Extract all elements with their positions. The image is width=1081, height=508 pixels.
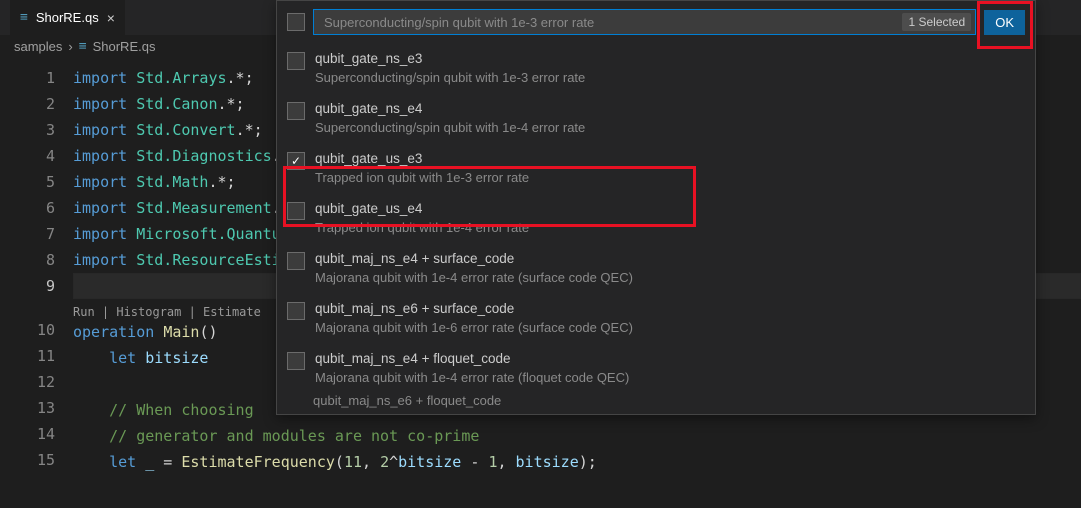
quick-pick-item[interactable]: qubit_gate_ns_e4 Superconducting/spin qu… <box>277 93 1035 143</box>
chevron-right-icon: › <box>68 39 72 54</box>
item-label: qubit_maj_ns_e4 + surface_code <box>315 249 633 269</box>
item-checkbox[interactable] <box>287 52 305 70</box>
item-checkbox[interactable] <box>287 302 305 320</box>
select-all-checkbox[interactable] <box>287 13 305 31</box>
item-description: Trapped ion qubit with 1e-3 error rate <box>315 169 529 187</box>
item-label: qubit_maj_ns_e4 + floquet_code <box>315 349 629 369</box>
breadcrumb-file[interactable]: ShorRE.qs <box>93 39 156 54</box>
item-checkbox[interactable] <box>287 252 305 270</box>
item-description: Superconducting/spin qubit with 1e-3 err… <box>315 69 585 87</box>
line-gutter: 1 2 3 4 5 6 7 8 9 10 11 12 13 14 15 <box>0 65 73 508</box>
quick-pick-item[interactable]: qubit_maj_ns_e6 + surface_code Majorana … <box>277 293 1035 343</box>
item-description: Majorana qubit with 1e-6 error rate (sur… <box>315 319 633 337</box>
quick-pick-header: 1 Selected OK <box>277 1 1035 43</box>
quick-pick-item[interactable]: qubit_gate_ns_e3 Superconducting/spin qu… <box>277 43 1035 93</box>
item-label: qubit_gate_ns_e3 <box>315 49 585 69</box>
item-label: qubit_gate_us_e3 <box>315 149 529 169</box>
quick-pick-item[interactable]: qubit_gate_us_e4 Trapped ion qubit with … <box>277 193 1035 243</box>
quick-pick-item[interactable]: ✓ qubit_gate_us_e3 Trapped ion qubit wit… <box>277 143 1035 193</box>
item-label: qubit_maj_ns_e6 + surface_code <box>315 299 633 319</box>
item-description: Majorana qubit with 1e-4 error rate (sur… <box>315 269 633 287</box>
close-icon[interactable]: × <box>107 10 115 26</box>
item-checkbox[interactable]: ✓ <box>287 152 305 170</box>
item-checkbox[interactable] <box>287 102 305 120</box>
item-description: Trapped ion qubit with 1e-4 error rate <box>315 219 529 237</box>
item-checkbox[interactable] <box>287 352 305 370</box>
item-label-cutoff: qubit_maj_ns_e6 + floquet_code <box>277 393 1035 414</box>
quick-pick-item[interactable]: qubit_maj_ns_e4 + floquet_code Majorana … <box>277 343 1035 393</box>
quick-pick-list: qubit_gate_ns_e3 Superconducting/spin qu… <box>277 43 1035 414</box>
quick-pick-input-wrap: 1 Selected <box>313 9 976 35</box>
item-description: Majorana qubit with 1e-4 error rate (flo… <box>315 369 629 387</box>
item-description: Superconducting/spin qubit with 1e-4 err… <box>315 119 585 137</box>
tab-filename: ShorRE.qs <box>36 10 99 25</box>
item-label: qubit_gate_us_e4 <box>315 199 529 219</box>
quick-pick-input[interactable] <box>322 14 902 31</box>
tab-shorre[interactable]: ≡ ShorRE.qs × <box>10 0 125 35</box>
ok-button[interactable]: OK <box>984 10 1025 35</box>
item-checkbox[interactable] <box>287 202 305 220</box>
item-label: qubit_gate_ns_e4 <box>315 99 585 119</box>
qs-file-icon: ≡ <box>79 39 87 54</box>
qs-file-icon: ≡ <box>20 10 28 25</box>
selection-count-badge: 1 Selected <box>902 13 971 31</box>
quick-pick-panel: 1 Selected OK qubit_gate_ns_e3 Supercond… <box>276 0 1036 415</box>
breadcrumb-folder[interactable]: samples <box>14 39 62 54</box>
quick-pick-item[interactable]: qubit_maj_ns_e4 + surface_code Majorana … <box>277 243 1035 293</box>
